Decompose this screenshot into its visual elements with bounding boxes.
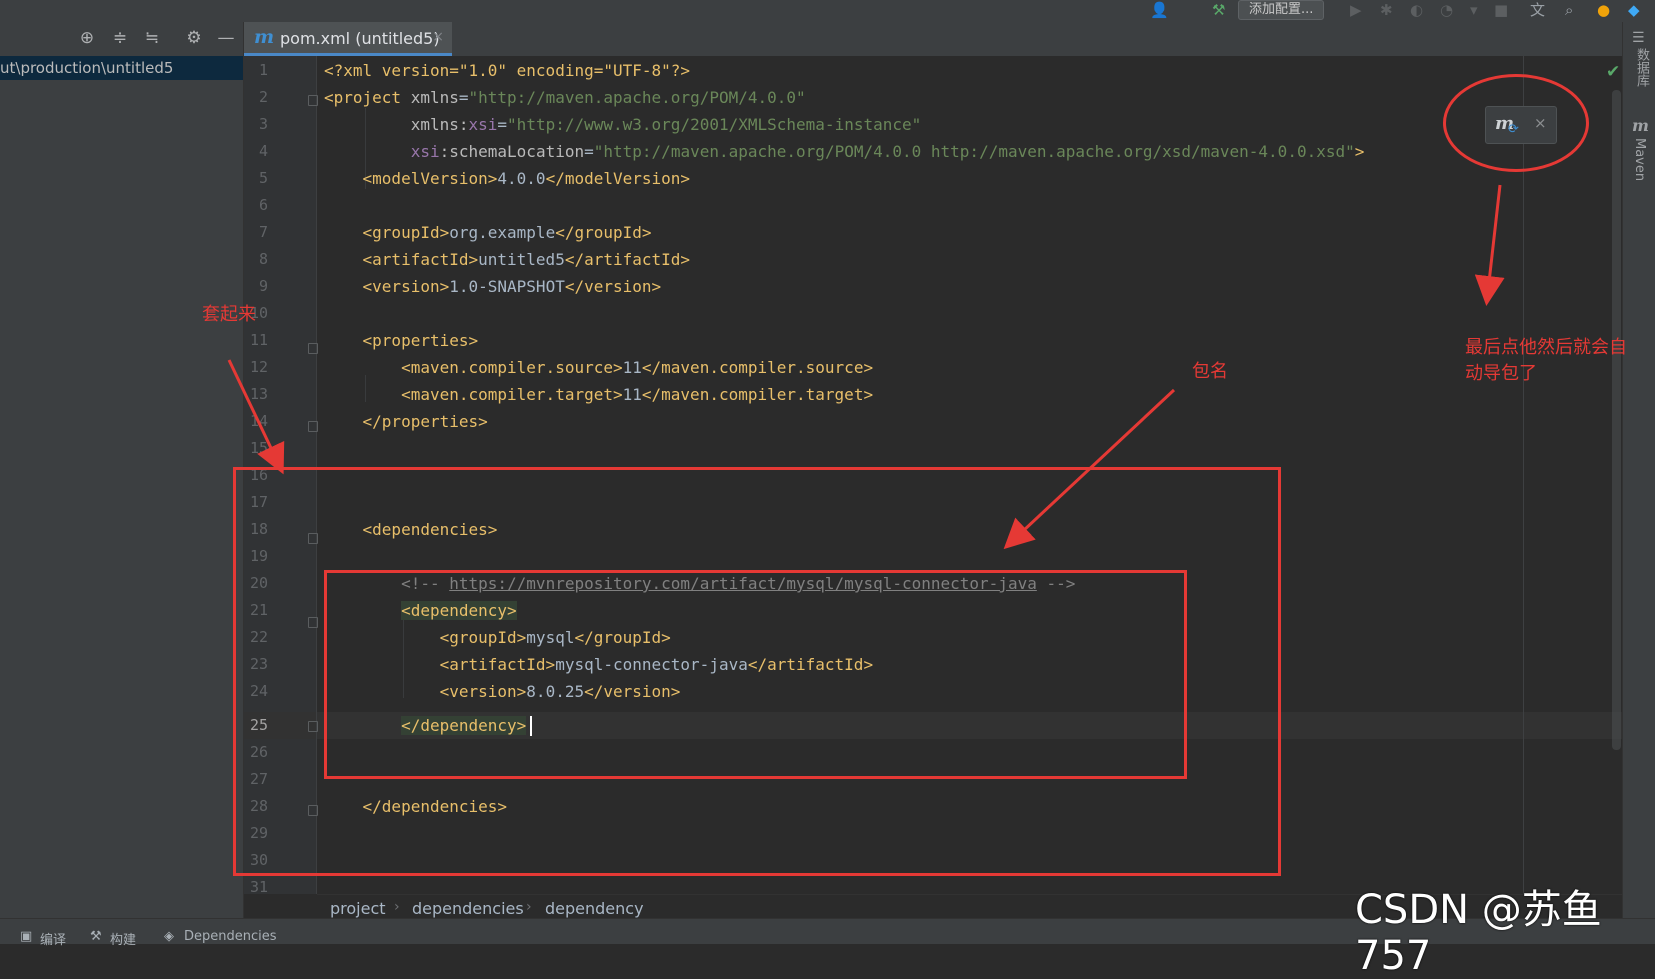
watermark: CSDN @苏鱼757 bbox=[1355, 887, 1602, 979]
annotation-arrow-wrap bbox=[227, 359, 285, 475]
annotation-arrow-package bbox=[1003, 388, 1176, 550]
annotation-arrows bbox=[227, 184, 1505, 550]
annotation-arrow-maven bbox=[1474, 184, 1505, 306]
